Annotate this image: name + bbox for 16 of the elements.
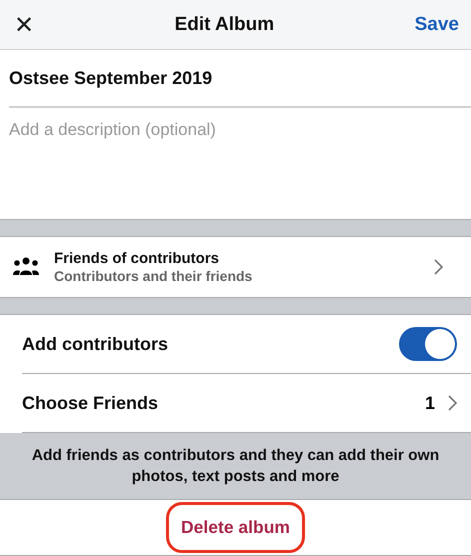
screen-title: Edit Album (174, 14, 274, 36)
privacy-title: Friends of contributors (54, 250, 220, 267)
setting-label: Add contributors (22, 334, 169, 354)
album-name-field[interactable]: Ostsee September 2019 (9, 68, 471, 88)
description-field[interactable]: Add a description (optional) (9, 120, 462, 150)
chevron-icon (433, 259, 443, 275)
close-button[interactable]: ✕ (14, 10, 34, 38)
delete-album-button[interactable]: Delete album (166, 502, 305, 553)
toggle-switch[interactable] (399, 327, 457, 361)
friend-count: 1 (424, 392, 435, 414)
privacy-row[interactable]: Friends of contributors Contributors and their friends (0, 237, 471, 298)
setting-label: Choose Friends (22, 392, 160, 414)
save-button[interactable]: Save (414, 14, 459, 36)
group-icon (12, 257, 40, 277)
chevron-icon (447, 395, 457, 411)
privacy-subtitle: Contributors and their friends (54, 268, 254, 284)
